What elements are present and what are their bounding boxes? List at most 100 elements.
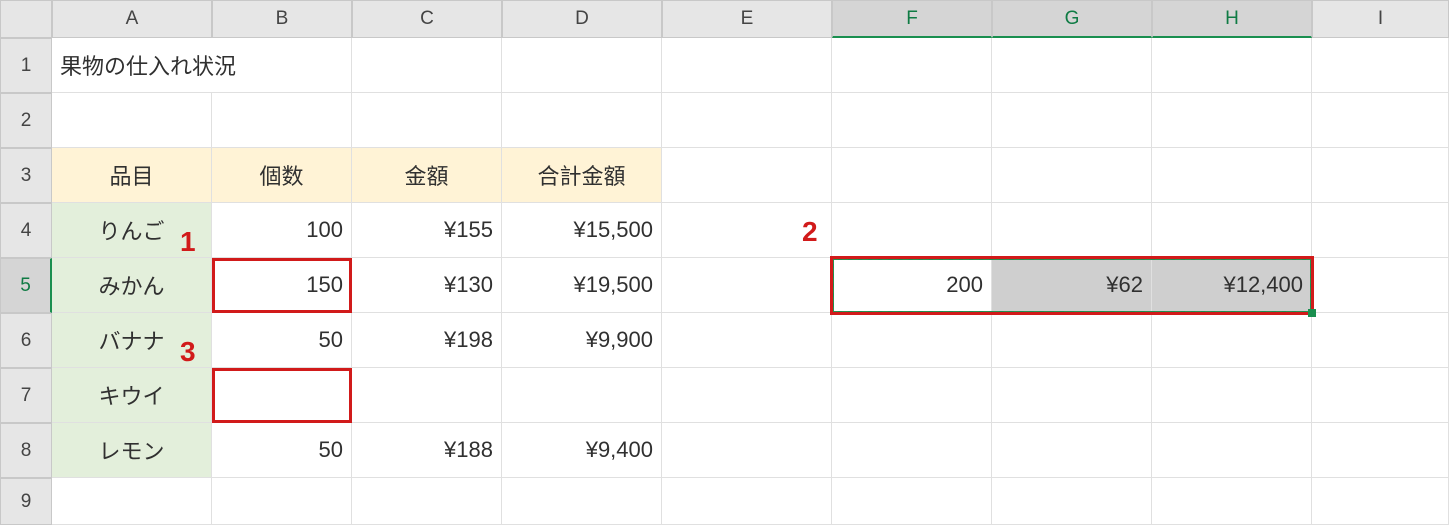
cell-C8[interactable]: ¥188 xyxy=(352,423,502,478)
cell-H2[interactable] xyxy=(1152,93,1312,148)
cell-G4[interactable] xyxy=(992,203,1152,258)
col-header-C[interactable]: C xyxy=(352,0,502,38)
spreadsheet-grid[interactable]: A B C D E F G H I 1 2 3 4 5 6 7 8 9 果物の仕… xyxy=(0,0,1449,525)
cell-G8[interactable] xyxy=(992,423,1152,478)
cell-H6[interactable] xyxy=(1152,313,1312,368)
row-header-9[interactable]: 9 xyxy=(0,478,52,525)
cell-H8[interactable] xyxy=(1152,423,1312,478)
cell-C9[interactable] xyxy=(352,478,502,525)
cell-D3[interactable]: 合計金額 xyxy=(502,148,662,203)
cell-D5[interactable]: ¥19,500 xyxy=(502,258,662,313)
cell-F3[interactable] xyxy=(832,148,992,203)
cell-B7[interactable] xyxy=(212,368,352,423)
cell-A5[interactable]: みかん xyxy=(52,258,212,313)
cell-E1[interactable] xyxy=(662,38,832,93)
col-header-F[interactable]: F xyxy=(832,0,992,38)
cell-F7[interactable] xyxy=(832,368,992,423)
cell-C1[interactable] xyxy=(352,38,502,93)
cell-D1[interactable] xyxy=(502,38,662,93)
cell-D9[interactable] xyxy=(502,478,662,525)
col-header-B[interactable]: B xyxy=(212,0,352,38)
cell-A7[interactable]: キウイ xyxy=(52,368,212,423)
cell-D6[interactable]: ¥9,900 xyxy=(502,313,662,368)
cell-B8[interactable]: 50 xyxy=(212,423,352,478)
cell-B2[interactable] xyxy=(212,93,352,148)
col-header-A[interactable]: A xyxy=(52,0,212,38)
cell-I6[interactable] xyxy=(1312,313,1449,368)
row-header-5[interactable]: 5 xyxy=(0,258,52,313)
cell-I3[interactable] xyxy=(1312,148,1449,203)
cell-E2[interactable] xyxy=(662,93,832,148)
cell-F1[interactable] xyxy=(832,38,992,93)
cell-H3[interactable] xyxy=(1152,148,1312,203)
col-header-G[interactable]: G xyxy=(992,0,1152,38)
row-header-1[interactable]: 1 xyxy=(0,38,52,93)
cell-E8[interactable] xyxy=(662,423,832,478)
cell-I7[interactable] xyxy=(1312,368,1449,423)
row-header-8[interactable]: 8 xyxy=(0,423,52,478)
cell-C4[interactable]: ¥155 xyxy=(352,203,502,258)
cell-B3[interactable]: 個数 xyxy=(212,148,352,203)
row-header-6[interactable]: 6 xyxy=(0,313,52,368)
cell-F6[interactable] xyxy=(832,313,992,368)
cell-E5[interactable] xyxy=(662,258,832,313)
cell-A2[interactable] xyxy=(52,93,212,148)
cell-E6[interactable] xyxy=(662,313,832,368)
cell-G1[interactable] xyxy=(992,38,1152,93)
cell-G7[interactable] xyxy=(992,368,1152,423)
cell-C5[interactable]: ¥130 xyxy=(352,258,502,313)
cell-C3[interactable]: 金額 xyxy=(352,148,502,203)
row-header-2[interactable]: 2 xyxy=(0,93,52,148)
cell-H5[interactable]: ¥12,400 xyxy=(1152,258,1312,313)
cell-B6[interactable]: 50 xyxy=(212,313,352,368)
cell-F8[interactable] xyxy=(832,423,992,478)
cell-D7[interactable] xyxy=(502,368,662,423)
cell-F9[interactable] xyxy=(832,478,992,525)
cell-D8[interactable]: ¥9,400 xyxy=(502,423,662,478)
col-header-D[interactable]: D xyxy=(502,0,662,38)
row-header-4[interactable]: 4 xyxy=(0,203,52,258)
cell-G9[interactable] xyxy=(992,478,1152,525)
cell-A8[interactable]: レモン xyxy=(52,423,212,478)
cell-I9[interactable] xyxy=(1312,478,1449,525)
cell-A1[interactable]: 果物の仕入れ状況 xyxy=(52,38,352,93)
cell-A9[interactable] xyxy=(52,478,212,525)
cell-H9[interactable] xyxy=(1152,478,1312,525)
col-header-I[interactable]: I xyxy=(1312,0,1449,38)
row-header-3[interactable]: 3 xyxy=(0,148,52,203)
cell-D2[interactable] xyxy=(502,93,662,148)
cell-E3[interactable] xyxy=(662,148,832,203)
cell-A4[interactable]: りんご xyxy=(52,203,212,258)
cell-G5[interactable]: ¥62 xyxy=(992,258,1152,313)
cell-A6[interactable]: バナナ xyxy=(52,313,212,368)
cell-B5[interactable]: 150 xyxy=(212,258,352,313)
cell-I8[interactable] xyxy=(1312,423,1449,478)
selectall-corner[interactable] xyxy=(0,0,52,38)
cell-B9[interactable] xyxy=(212,478,352,525)
cell-E4[interactable] xyxy=(662,203,832,258)
cell-I5[interactable] xyxy=(1312,258,1449,313)
cell-F5[interactable]: 200 xyxy=(832,258,992,313)
cell-H4[interactable] xyxy=(1152,203,1312,258)
col-header-H[interactable]: H xyxy=(1152,0,1312,38)
row-header-7[interactable]: 7 xyxy=(0,368,52,423)
cell-G6[interactable] xyxy=(992,313,1152,368)
cell-I4[interactable] xyxy=(1312,203,1449,258)
cell-H7[interactable] xyxy=(1152,368,1312,423)
cell-D4[interactable]: ¥15,500 xyxy=(502,203,662,258)
cell-A3[interactable]: 品目 xyxy=(52,148,212,203)
cell-C7[interactable] xyxy=(352,368,502,423)
col-header-E[interactable]: E xyxy=(662,0,832,38)
cell-B4[interactable]: 100 xyxy=(212,203,352,258)
cell-F4[interactable] xyxy=(832,203,992,258)
cell-E9[interactable] xyxy=(662,478,832,525)
cell-C2[interactable] xyxy=(352,93,502,148)
cell-G3[interactable] xyxy=(992,148,1152,203)
cell-F2[interactable] xyxy=(832,93,992,148)
cell-I1[interactable] xyxy=(1312,38,1449,93)
cell-I2[interactable] xyxy=(1312,93,1449,148)
cell-E7[interactable] xyxy=(662,368,832,423)
cell-G2[interactable] xyxy=(992,93,1152,148)
cell-H1[interactable] xyxy=(1152,38,1312,93)
cell-C6[interactable]: ¥198 xyxy=(352,313,502,368)
